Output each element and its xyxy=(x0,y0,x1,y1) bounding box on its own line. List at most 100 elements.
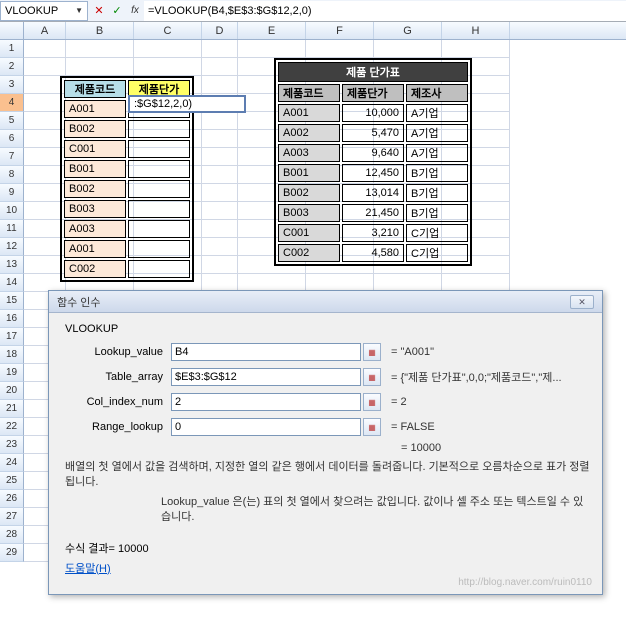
row-header[interactable]: 10 xyxy=(0,202,24,220)
col-header[interactable]: A xyxy=(24,22,66,39)
table-cell[interactable] xyxy=(128,160,190,178)
name-box[interactable]: VLOOKUP ▼ xyxy=(0,1,88,21)
col-header[interactable]: F xyxy=(306,22,374,39)
table-cell[interactable]: C001 xyxy=(64,140,126,158)
ref-select-icon[interactable]: ▦ xyxy=(363,418,381,436)
table-cell[interactable] xyxy=(128,260,190,278)
arg-input-lookup-value[interactable] xyxy=(171,343,361,361)
table-cell[interactable]: B001 xyxy=(64,160,126,178)
col-header[interactable]: B xyxy=(66,22,134,39)
table-cell[interactable]: A001 xyxy=(278,104,340,122)
table-cell[interactable]: B001 xyxy=(278,164,340,182)
table-cell[interactable]: B003 xyxy=(278,204,340,222)
col-header[interactable]: C xyxy=(134,22,202,39)
row-header[interactable]: 21 xyxy=(0,400,24,418)
row-header[interactable]: 25 xyxy=(0,472,24,490)
select-all-corner[interactable] xyxy=(0,22,24,39)
row-header[interactable]: 19 xyxy=(0,364,24,382)
table-cell[interactable]: 12,450 xyxy=(342,164,404,182)
table-cell[interactable]: B기업 xyxy=(406,204,468,222)
table-cell[interactable]: A기업 xyxy=(406,104,468,122)
table-cell[interactable]: A002 xyxy=(278,124,340,142)
dialog-title: 함수 인수 xyxy=(57,294,101,310)
table-cell[interactable]: C002 xyxy=(64,260,126,278)
row-header[interactable]: 16 xyxy=(0,310,24,328)
col-header[interactable]: H xyxy=(442,22,510,39)
col-header[interactable]: E xyxy=(238,22,306,39)
arg-input-col-index[interactable] xyxy=(171,393,361,411)
row-header[interactable]: 15 xyxy=(0,292,24,310)
row-header[interactable]: 27 xyxy=(0,508,24,526)
table-cell[interactable]: 4,580 xyxy=(342,244,404,262)
row-header[interactable]: 11 xyxy=(0,220,24,238)
table-cell[interactable]: 21,450 xyxy=(342,204,404,222)
table-cell[interactable]: B002 xyxy=(64,180,126,198)
table-cell[interactable]: 10,000 xyxy=(342,104,404,122)
ref-select-icon[interactable]: ▦ xyxy=(363,393,381,411)
cancel-icon[interactable]: ✕ xyxy=(90,2,108,20)
col-header[interactable]: D xyxy=(202,22,238,39)
table-cell[interactable]: B002 xyxy=(64,120,126,138)
table-cell[interactable]: C기업 xyxy=(406,244,468,262)
table-cell[interactable]: 13,014 xyxy=(342,184,404,202)
dialog-titlebar[interactable]: 함수 인수 ✕ xyxy=(49,291,602,313)
table-cell[interactable]: 5,470 xyxy=(342,124,404,142)
arg-result-col-index: = 2 xyxy=(391,396,407,408)
table-cell[interactable]: A001 xyxy=(64,100,126,118)
row-header[interactable]: 6 xyxy=(0,130,24,148)
row-header[interactable]: 1 xyxy=(0,40,24,58)
row-header[interactable]: 20 xyxy=(0,382,24,400)
row-header[interactable]: 18 xyxy=(0,346,24,364)
arg-result-table-array: = {"제품 단가표",0,0;"제품코드","제... xyxy=(391,369,562,385)
table-cell[interactable]: B002 xyxy=(278,184,340,202)
table-cell[interactable]: C기업 xyxy=(406,224,468,242)
row-header[interactable]: 28 xyxy=(0,526,24,544)
table-cell[interactable]: 9,640 xyxy=(342,144,404,162)
table-cell[interactable]: A003 xyxy=(278,144,340,162)
row-header[interactable]: 3 xyxy=(0,76,24,94)
row-header[interactable]: 17 xyxy=(0,328,24,346)
table-cell[interactable]: A기업 xyxy=(406,124,468,142)
table-cell[interactable] xyxy=(128,120,190,138)
row-header[interactable]: 13 xyxy=(0,256,24,274)
fx-icon[interactable]: fx xyxy=(126,2,144,20)
ref-select-icon[interactable]: ▦ xyxy=(363,343,381,361)
row-header[interactable]: 14 xyxy=(0,274,24,292)
table-cell[interactable]: 3,210 xyxy=(342,224,404,242)
cell-edit-overlay[interactable]: :$G$12,2,0) xyxy=(128,95,246,113)
table-cell[interactable]: A001 xyxy=(64,240,126,258)
table-cell[interactable]: C001 xyxy=(278,224,340,242)
row-header[interactable]: 29 xyxy=(0,544,24,562)
row-header[interactable]: 12 xyxy=(0,238,24,256)
formula-input[interactable] xyxy=(144,1,626,21)
table-cell[interactable] xyxy=(128,220,190,238)
arg-input-table-array[interactable] xyxy=(171,368,361,386)
ref-select-icon[interactable]: ▦ xyxy=(363,368,381,386)
row-header[interactable]: 23 xyxy=(0,436,24,454)
table-cell[interactable] xyxy=(128,140,190,158)
table-cell[interactable]: B기업 xyxy=(406,184,468,202)
table-cell[interactable] xyxy=(128,240,190,258)
arg-input-range-lookup[interactable] xyxy=(171,418,361,436)
table-cell[interactable] xyxy=(128,200,190,218)
table-cell[interactable]: B기업 xyxy=(406,164,468,182)
table-cell[interactable]: C002 xyxy=(278,244,340,262)
confirm-icon[interactable]: ✓ xyxy=(108,2,126,20)
row-header[interactable]: 26 xyxy=(0,490,24,508)
row-header[interactable]: 24 xyxy=(0,454,24,472)
help-link[interactable]: 도움말(H) xyxy=(65,563,111,575)
table-cell[interactable]: A003 xyxy=(64,220,126,238)
table-cell[interactable] xyxy=(128,180,190,198)
table-cell[interactable]: A기업 xyxy=(406,144,468,162)
row-header[interactable]: 2 xyxy=(0,58,24,76)
row-header[interactable]: 7 xyxy=(0,148,24,166)
col-header[interactable]: G xyxy=(374,22,442,39)
name-box-dropdown-icon[interactable]: ▼ xyxy=(75,6,83,15)
close-icon[interactable]: ✕ xyxy=(570,295,594,309)
row-header[interactable]: 4 xyxy=(0,94,24,112)
row-header[interactable]: 9 xyxy=(0,184,24,202)
row-header[interactable]: 22 xyxy=(0,418,24,436)
row-header[interactable]: 5 xyxy=(0,112,24,130)
row-header[interactable]: 8 xyxy=(0,166,24,184)
table-cell[interactable]: B003 xyxy=(64,200,126,218)
